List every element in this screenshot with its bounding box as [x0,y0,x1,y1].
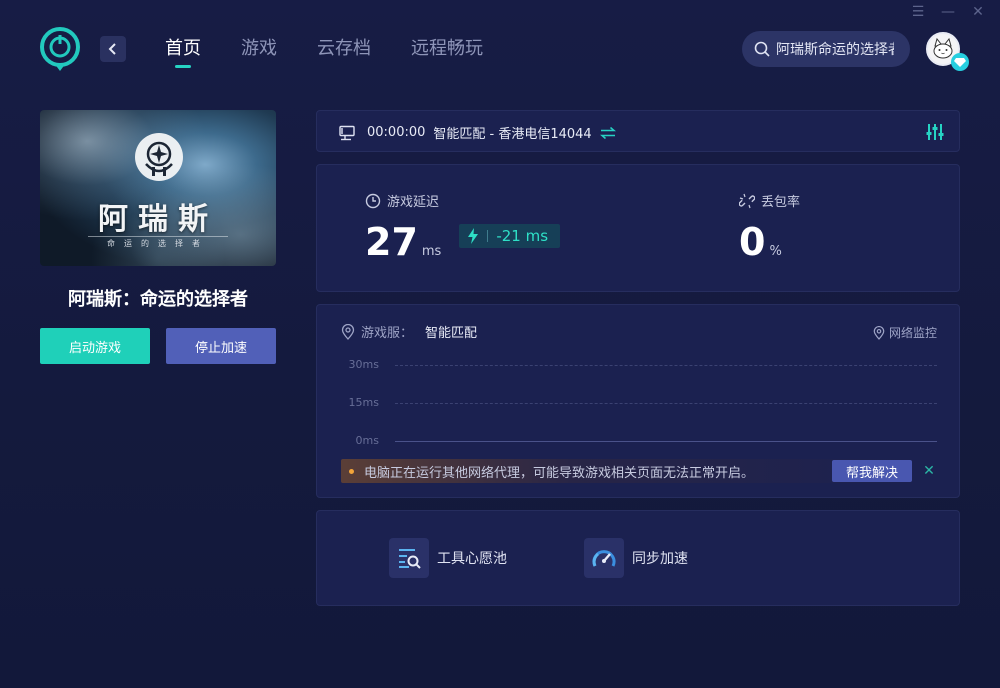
game-cover-image[interactable]: 阿瑞斯 命运的选择者 [40,110,276,266]
stop-accelerate-button[interactable]: 停止加速 [166,328,276,364]
window-controls: ☰ — ✕ [910,4,986,20]
menu-icon[interactable]: ☰ [910,4,926,20]
speedometer-icon [592,550,616,567]
chart-y-tick-label: 30ms [348,358,379,371]
wishlist-search-icon [399,549,421,569]
tool-wishlist[interactable]: 工具心愿池 [389,538,507,578]
latency-delta: -21 ms [496,227,549,245]
latency-metric: 游戏延迟 27 ms -21 ms [365,191,561,264]
latency-improvement-badge: -21 ms [459,224,561,248]
server-value[interactable]: 智能匹配 [425,322,477,341]
help-me-fix-button[interactable]: 帮我解决 [832,460,912,482]
network-chart-card: 游戏服： 智能匹配 网络监控 30ms 15ms 0ms 电脑正在运行其他网络代理，… [316,304,960,498]
app-window: ☰ — ✕ 首页 游戏 云存档 远程畅玩 阿瑞斯命运的选择者 阿瑞斯 命运的选择… [0,0,1000,688]
latency-label: 游戏延迟 [387,195,440,210]
chart-y-tick-label: 0ms [355,434,379,447]
chart-y-tick-label: 15ms [348,396,379,409]
main-nav: 首页 游戏 云存档 远程畅玩 [165,36,483,68]
metrics-card: 游戏延迟 27 ms -21 ms 丢包率 0 % [316,164,960,292]
connection-status-card: 00:00:00 智能匹配 - 香港电信14044 [316,110,960,152]
latency-value: 27 [365,220,418,264]
app-logo-icon [40,27,80,71]
location-pin-icon [341,323,355,340]
warning-dot-icon [349,468,354,474]
tools-card: 工具心愿池 同步加速 [316,510,960,606]
elapsed-time: 00:00:00 [367,125,426,140]
tool-sync-accelerate[interactable]: 同步加速 [584,538,688,578]
server-label: 游戏服： [361,326,414,341]
back-button[interactable] [100,36,126,62]
close-icon[interactable]: ✕ [970,4,986,20]
broken-link-icon [739,193,755,208]
game-emblem-icon [135,133,183,181]
cover-subtitle: 命运的选择者 [107,239,209,248]
network-monitor-link[interactable]: 网络监控 [873,324,937,341]
nav-tab-games[interactable]: 游戏 [241,36,277,64]
chart-baseline [395,441,937,442]
nav-tab-cloud-save[interactable]: 云存档 [317,36,371,64]
settings-sliders-icon[interactable] [925,122,945,142]
switch-route-icon[interactable] [599,126,616,140]
nav-tab-home[interactable]: 首页 [165,36,201,68]
packet-loss-value: 0 [739,220,766,264]
tool-sync-label: 同步加速 [632,551,688,567]
chart-gridline [395,365,937,366]
latency-unit: ms [421,244,442,259]
network-monitor-label: 网络监控 [888,326,937,340]
route-text: 智能匹配 - 香港电信14044 [433,127,592,142]
search-box[interactable] [742,31,910,67]
cover-title: 阿瑞斯 [98,202,218,237]
search-input[interactable] [776,41,894,57]
packet-loss-unit: % [769,244,782,259]
tool-wishlist-label: 工具心愿池 [437,551,507,567]
packet-loss-label: 丢包率 [761,195,801,210]
start-game-button[interactable]: 启动游戏 [40,328,150,364]
chevron-left-icon [108,43,116,55]
computer-icon [339,125,355,140]
close-warning-icon[interactable]: ✕ [921,463,937,479]
location-pin-icon [873,325,885,340]
game-title: 阿瑞斯：命运的选择者 [68,289,248,310]
chart-gridline [395,403,937,404]
nav-tab-remote-play[interactable]: 远程畅玩 [411,36,483,64]
lightning-icon [468,228,479,244]
search-icon [754,41,770,57]
minimize-icon[interactable]: — [940,4,956,20]
warning-text: 电脑正在运行其他网络代理，可能导致游戏相关页面无法正常开启。 [364,465,755,481]
packet-loss-metric: 丢包率 0 % [739,191,800,262]
clock-icon [365,193,381,208]
vip-diamond-icon [951,53,969,71]
